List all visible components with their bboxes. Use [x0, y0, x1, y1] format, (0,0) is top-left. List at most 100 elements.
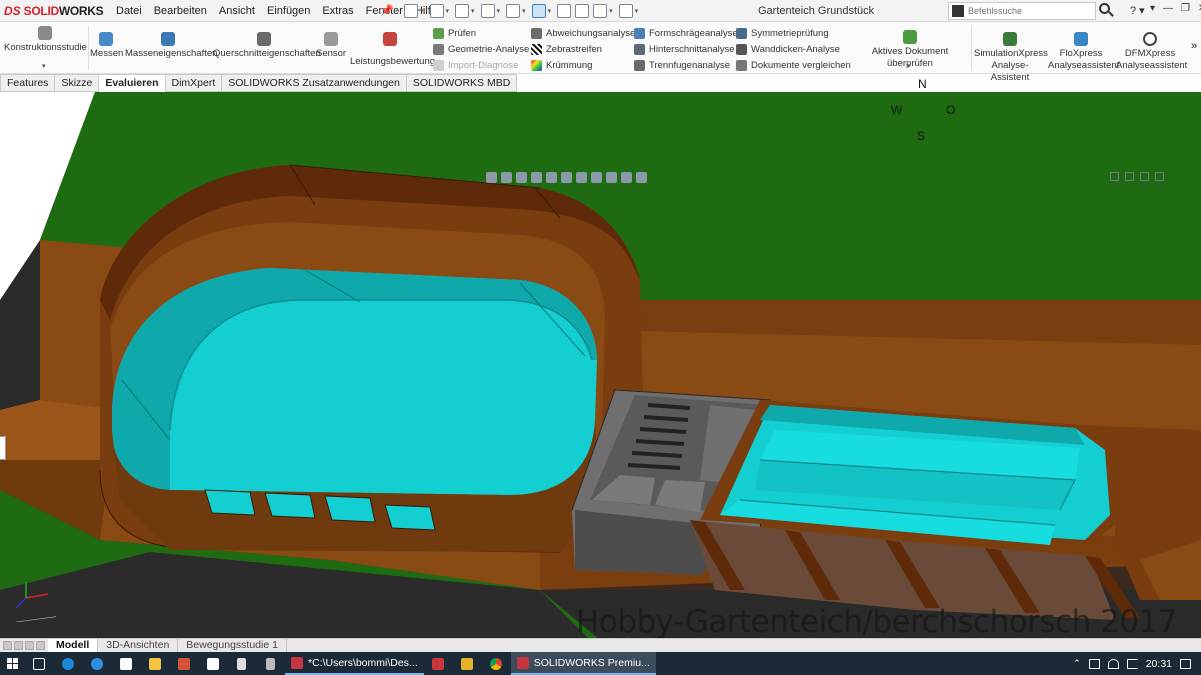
check-active-dropdown-icon[interactable]: ▾: [907, 62, 911, 70]
menu-datei[interactable]: Datei: [110, 5, 148, 17]
tab-bewegungsstudie[interactable]: Bewegungsstudie 1: [178, 639, 287, 652]
performance-evaluation-button[interactable]: Leistungsbewertung: [350, 28, 435, 68]
feature-tree-toggle[interactable]: [0, 436, 6, 460]
undo-icon[interactable]: [506, 4, 521, 18]
tab-skizze[interactable]: Skizze: [55, 74, 100, 92]
menu-einfuegen[interactable]: Einfügen: [261, 5, 316, 17]
section-view-icon[interactable]: [531, 171, 542, 183]
taskbar-app-solidworks[interactable]: SOLIDWORKS Premiu...: [510, 652, 656, 675]
minimize-icon[interactable]: —: [1163, 3, 1173, 14]
rebuild-icon[interactable]: [557, 4, 572, 18]
tab-evaluieren[interactable]: Evaluieren: [99, 74, 166, 92]
check-button[interactable]: Prüfen: [433, 26, 476, 40]
view-orientation-icon[interactable]: [561, 171, 572, 183]
floxpress-icon: [1074, 32, 1088, 46]
view-settings-icon[interactable]: [636, 171, 647, 183]
design-study-button[interactable]: Konstruktionsstudie: [4, 22, 87, 54]
viewport-close-icon[interactable]: [1155, 172, 1164, 181]
battery-icon[interactable]: [1088, 658, 1100, 669]
file-properties-icon[interactable]: [575, 4, 590, 18]
geometry-analysis-button[interactable]: Geometrie-Analyse: [433, 42, 529, 56]
tab-mbd[interactable]: SOLIDWORKS MBD: [406, 74, 518, 92]
symmetry-icon: [736, 27, 747, 39]
edge-icon[interactable]: [82, 652, 111, 675]
parting-line-analysis-button[interactable]: Trennfugenanalyse: [634, 58, 730, 72]
apply-scene-icon[interactable]: [621, 171, 632, 183]
zoom-to-fit-icon[interactable]: [486, 171, 497, 183]
viewport-restore-icon[interactable]: [1140, 172, 1149, 181]
wifi-icon[interactable]: [1107, 658, 1119, 669]
tab-features[interactable]: Features: [0, 74, 56, 92]
display-style-icon[interactable]: [576, 171, 587, 183]
clock[interactable]: 20:31: [1146, 658, 1172, 670]
volume-icon[interactable]: [1126, 658, 1138, 669]
simulationxpress-button[interactable]: SimulationXpress Analyse-Assistent: [974, 28, 1048, 84]
curvature-button[interactable]: Krümmung: [531, 58, 592, 72]
pin-menu-icon[interactable]: 📌: [380, 4, 394, 17]
command-search-input[interactable]: [968, 6, 1088, 16]
help-button[interactable]: ? ▾: [1130, 4, 1145, 17]
restore-icon[interactable]: ❐: [1181, 3, 1190, 14]
open-icon[interactable]: [429, 4, 444, 18]
first-tab-icon[interactable]: [3, 641, 12, 650]
select-icon[interactable]: [531, 4, 546, 18]
hide-show-icon[interactable]: [591, 171, 602, 183]
tab-3d-ansichten[interactable]: 3D-Ansichten: [98, 639, 179, 652]
grid-icon[interactable]: [618, 4, 633, 18]
notifications-icon[interactable]: [1180, 658, 1191, 669]
print-icon[interactable]: [480, 4, 495, 18]
options-icon[interactable]: [593, 4, 608, 18]
design-study-dropdown-icon[interactable]: ▾: [42, 62, 46, 70]
dynamic-annotation-icon[interactable]: [546, 171, 557, 183]
mass-properties-button[interactable]: Masseneigenschaften: [125, 28, 217, 60]
start-button[interactable]: [0, 652, 24, 675]
app-icon-1[interactable]: [53, 652, 82, 675]
menu-ansicht[interactable]: Ansicht: [213, 5, 261, 17]
graphics-area[interactable]: [0, 92, 1201, 638]
undercut-analysis-button[interactable]: Hinterschnittanalyse: [634, 42, 735, 56]
zoom-area-icon[interactable]: [501, 171, 512, 183]
deviation-analysis-button[interactable]: Abweichungsanalyse: [531, 26, 635, 40]
command-search[interactable]: [948, 2, 1096, 20]
ribbon-more-button[interactable]: »: [1191, 40, 1197, 52]
solidworks-logo[interactable]: DS SOLIDWORKS: [4, 2, 104, 20]
dropdown-icon[interactable]: ▾: [1150, 3, 1155, 14]
taskbar-app-explorer[interactable]: *C:\Users\bommi\Des...: [285, 652, 424, 675]
tab-modell[interactable]: Modell: [48, 639, 99, 652]
app-icon-3[interactable]: [256, 652, 285, 675]
dfmxpress-button[interactable]: DFMXpress Analyseassistent: [1116, 28, 1187, 72]
app-icon-2[interactable]: [169, 652, 198, 675]
previous-view-icon[interactable]: [516, 171, 527, 183]
thickness-analysis-button[interactable]: Wanddicken-Analyse: [736, 42, 840, 56]
chrome-icon[interactable]: [482, 652, 511, 675]
compare-documents-button[interactable]: Dokumente vergleichen: [736, 58, 851, 72]
tab-zusatzanwendungen[interactable]: SOLIDWORKS Zusatzanwendungen: [222, 74, 407, 92]
measure-button[interactable]: Messen: [90, 28, 123, 60]
mail-icon[interactable]: [111, 652, 140, 675]
floxpress-button[interactable]: FloXpress Analyseassistent: [1048, 28, 1119, 72]
search-icon[interactable]: [1097, 2, 1115, 20]
app-icon-4[interactable]: [453, 652, 482, 675]
solidworks-launcher-icon[interactable]: [424, 652, 453, 675]
prev-tab-icon[interactable]: [14, 641, 23, 650]
section-properties-button[interactable]: Querschnitteigenschaften: [213, 28, 321, 60]
file-explorer-icon[interactable]: [140, 652, 169, 675]
draft-analysis-button[interactable]: Formschrägeanalyse: [634, 26, 738, 40]
edit-appearance-icon[interactable]: [606, 171, 617, 183]
store-icon[interactable]: [198, 652, 227, 675]
task-view-icon[interactable]: [24, 652, 53, 675]
symmetry-check-button[interactable]: Symmetrieprüfung: [736, 26, 829, 40]
viewport-minimize-icon[interactable]: [1110, 172, 1119, 181]
menu-extras[interactable]: Extras: [316, 5, 359, 17]
zebra-stripes-button[interactable]: Zebrastreifen: [531, 42, 602, 56]
next-tab-icon[interactable]: [25, 641, 34, 650]
sensor-button[interactable]: Sensor: [316, 28, 346, 60]
calculator-icon[interactable]: [227, 652, 256, 675]
last-tab-icon[interactable]: [36, 641, 45, 650]
tab-dimxpert[interactable]: DimXpert: [165, 74, 223, 92]
new-document-icon[interactable]: [404, 4, 418, 18]
menu-bearbeiten[interactable]: Bearbeiten: [148, 5, 213, 17]
viewport-tile-icon[interactable]: [1125, 172, 1134, 181]
save-icon[interactable]: [455, 4, 470, 18]
show-hidden-icons-icon[interactable]: ⌃: [1073, 658, 1081, 669]
